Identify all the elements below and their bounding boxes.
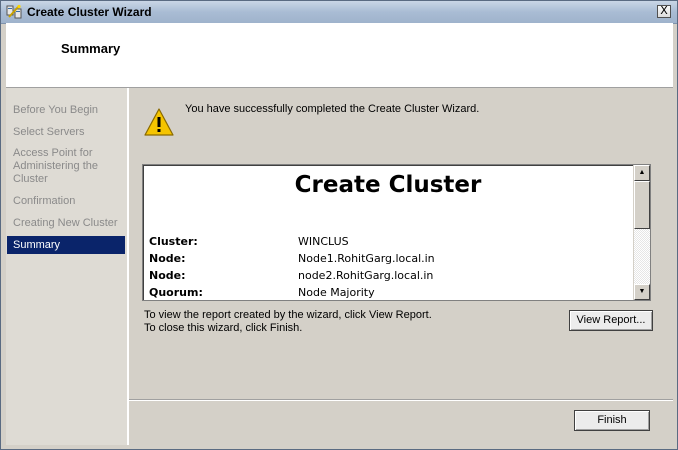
scroll-up-button[interactable]: ▲ [634, 165, 650, 181]
report-node1-value: Node1.RohitGarg.local.in [298, 252, 435, 265]
view-report-button[interactable]: View Report... [569, 310, 653, 331]
warning-icon [144, 108, 174, 136]
wizard-header: Summary [6, 23, 673, 88]
report-viewer[interactable]: Create Cluster Cluster: WINCLUS Node: No… [142, 164, 651, 301]
close-icon: X [660, 4, 668, 17]
step-select-servers[interactable]: Select Servers [7, 126, 125, 139]
steps-pane: Before You Begin Select Servers Access P… [6, 88, 129, 445]
step-confirmation[interactable]: Confirmation [7, 195, 125, 208]
view-report-hint: To view the report created by the wizard… [144, 309, 432, 321]
close-button[interactable]: X [657, 5, 671, 18]
finish-button[interactable]: Finish [574, 410, 650, 431]
report-node1-label: Node: [149, 252, 186, 265]
step-access-point[interactable]: Access Point for Administering the Clust… [7, 147, 107, 186]
step-creating-new-cluster[interactable]: Creating New Cluster [7, 217, 125, 230]
window-title: Create Cluster Wizard [27, 5, 152, 19]
summary-content: You have successfully completed the Crea… [129, 88, 673, 445]
report-scrollbar[interactable]: ▲ ▼ [633, 165, 650, 300]
step-before-you-begin[interactable]: Before You Begin [7, 104, 125, 117]
report-node2-label: Node: [149, 269, 186, 282]
title-bar[interactable]: Create Cluster Wizard X [1, 1, 677, 24]
report-quorum-value: Node Majority [298, 286, 375, 299]
scroll-down-icon: ▼ [638, 288, 646, 295]
wizard-window: Create Cluster Wizard X Summary Before Y… [0, 0, 678, 450]
step-summary[interactable]: Summary [7, 236, 125, 254]
scroll-down-button[interactable]: ▼ [634, 284, 650, 300]
page-title: Summary [61, 41, 121, 56]
footer-separator [129, 399, 673, 401]
report-quorum-label: Quorum: [149, 286, 203, 299]
scroll-thumb[interactable] [634, 181, 650, 229]
cluster-wizard-icon [6, 4, 22, 19]
finish-hint: To close this wizard, click Finish. [144, 322, 303, 334]
report-cluster-label: Cluster: [149, 235, 198, 248]
report-node2-value: node2.RohitGarg.local.in [298, 269, 434, 282]
scroll-up-icon: ▲ [638, 169, 646, 176]
report-title: Create Cluster [294, 172, 482, 198]
success-message: You have successfully completed the Crea… [185, 103, 480, 115]
report-cluster-value: WINCLUS [298, 235, 349, 248]
